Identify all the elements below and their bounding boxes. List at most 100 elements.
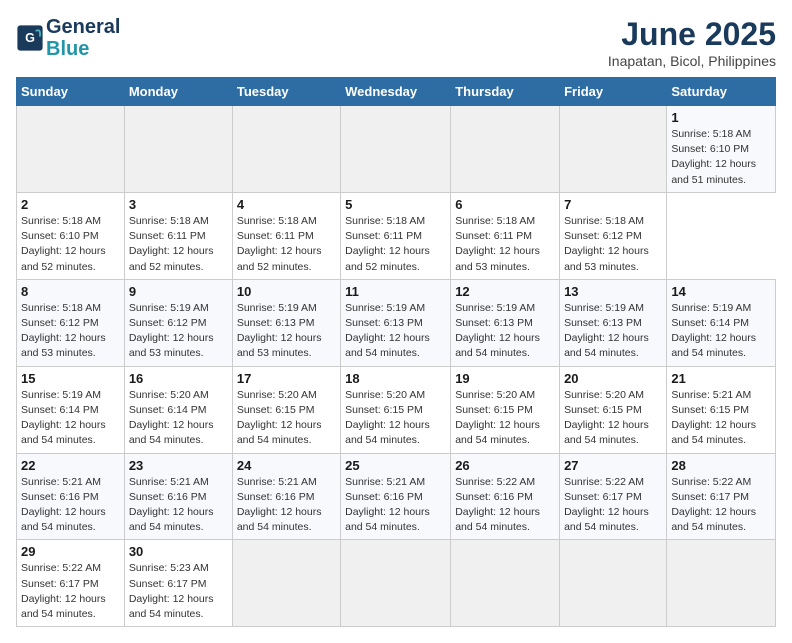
calendar-cell <box>17 106 125 193</box>
day-number: 25 <box>345 458 446 473</box>
day-number: 2 <box>21 197 120 212</box>
header-cell-thursday: Thursday <box>451 78 560 106</box>
location: Inapatan, Bicol, Philippines <box>608 53 776 69</box>
day-info: Sunrise: 5:21 AMSunset: 6:15 PMDaylight:… <box>671 388 771 449</box>
day-info: Sunrise: 5:20 AMSunset: 6:14 PMDaylight:… <box>129 388 228 449</box>
day-info: Sunrise: 5:19 AMSunset: 6:14 PMDaylight:… <box>671 301 771 362</box>
calendar-cell: 13 Sunrise: 5:19 AMSunset: 6:13 PMDaylig… <box>560 279 667 366</box>
day-info: Sunrise: 5:21 AMSunset: 6:16 PMDaylight:… <box>129 475 228 536</box>
day-info: Sunrise: 5:18 AMSunset: 6:11 PMDaylight:… <box>129 214 228 275</box>
header-cell-sunday: Sunday <box>17 78 125 106</box>
day-number: 13 <box>564 284 662 299</box>
week-row-4: 22 Sunrise: 5:21 AMSunset: 6:16 PMDaylig… <box>17 453 776 540</box>
calendar-cell: 18 Sunrise: 5:20 AMSunset: 6:15 PMDaylig… <box>341 366 451 453</box>
day-info: Sunrise: 5:19 AMSunset: 6:13 PMDaylight:… <box>345 301 446 362</box>
calendar-cell <box>124 106 232 193</box>
day-info: Sunrise: 5:19 AMSunset: 6:13 PMDaylight:… <box>237 301 336 362</box>
calendar-cell: 21 Sunrise: 5:21 AMSunset: 6:15 PMDaylig… <box>667 366 776 453</box>
day-number: 17 <box>237 371 336 386</box>
day-number: 14 <box>671 284 771 299</box>
calendar-cell: 4 Sunrise: 5:18 AMSunset: 6:11 PMDayligh… <box>232 192 340 279</box>
day-info: Sunrise: 5:18 AMSunset: 6:10 PMDaylight:… <box>671 127 771 188</box>
day-number: 7 <box>564 197 662 212</box>
calendar-cell: 10 Sunrise: 5:19 AMSunset: 6:13 PMDaylig… <box>232 279 340 366</box>
day-info: Sunrise: 5:19 AMSunset: 6:13 PMDaylight:… <box>455 301 555 362</box>
calendar-cell: 11 Sunrise: 5:19 AMSunset: 6:13 PMDaylig… <box>341 279 451 366</box>
week-row-1: 2 Sunrise: 5:18 AMSunset: 6:10 PMDayligh… <box>17 192 776 279</box>
page-header: G General Blue June 2025 Inapatan, Bicol… <box>16 16 776 69</box>
calendar-cell <box>232 540 340 627</box>
calendar-cell: 16 Sunrise: 5:20 AMSunset: 6:14 PMDaylig… <box>124 366 232 453</box>
day-info: Sunrise: 5:22 AMSunset: 6:16 PMDaylight:… <box>455 475 555 536</box>
day-number: 20 <box>564 371 662 386</box>
header-cell-monday: Monday <box>124 78 232 106</box>
calendar-cell: 24 Sunrise: 5:21 AMSunset: 6:16 PMDaylig… <box>232 453 340 540</box>
month-title: June 2025 <box>608 16 776 53</box>
calendar-cell <box>667 540 776 627</box>
logo: G General Blue <box>16 16 120 60</box>
header-cell-tuesday: Tuesday <box>232 78 340 106</box>
day-number: 30 <box>129 544 228 559</box>
calendar-cell: 3 Sunrise: 5:18 AMSunset: 6:11 PMDayligh… <box>124 192 232 279</box>
calendar-cell: 5 Sunrise: 5:18 AMSunset: 6:11 PMDayligh… <box>341 192 451 279</box>
week-row-5: 29 Sunrise: 5:22 AMSunset: 6:17 PMDaylig… <box>17 540 776 627</box>
header-cell-wednesday: Wednesday <box>341 78 451 106</box>
calendar-cell: 28 Sunrise: 5:22 AMSunset: 6:17 PMDaylig… <box>667 453 776 540</box>
day-number: 28 <box>671 458 771 473</box>
day-number: 9 <box>129 284 228 299</box>
calendar-cell: 26 Sunrise: 5:22 AMSunset: 6:16 PMDaylig… <box>451 453 560 540</box>
calendar-cell: 20 Sunrise: 5:20 AMSunset: 6:15 PMDaylig… <box>560 366 667 453</box>
day-number: 4 <box>237 197 336 212</box>
calendar-cell: 14 Sunrise: 5:19 AMSunset: 6:14 PMDaylig… <box>667 279 776 366</box>
day-info: Sunrise: 5:18 AMSunset: 6:11 PMDaylight:… <box>345 214 446 275</box>
calendar-cell: 15 Sunrise: 5:19 AMSunset: 6:14 PMDaylig… <box>17 366 125 453</box>
calendar-cell: 1 Sunrise: 5:18 AMSunset: 6:10 PMDayligh… <box>667 106 776 193</box>
calendar-cell <box>560 106 667 193</box>
day-info: Sunrise: 5:20 AMSunset: 6:15 PMDaylight:… <box>345 388 446 449</box>
header-cell-friday: Friday <box>560 78 667 106</box>
day-number: 22 <box>21 458 120 473</box>
day-number: 21 <box>671 371 771 386</box>
week-row-2: 8 Sunrise: 5:18 AMSunset: 6:12 PMDayligh… <box>17 279 776 366</box>
calendar-cell: 27 Sunrise: 5:22 AMSunset: 6:17 PMDaylig… <box>560 453 667 540</box>
calendar-cell: 19 Sunrise: 5:20 AMSunset: 6:15 PMDaylig… <box>451 366 560 453</box>
calendar-cell: 2 Sunrise: 5:18 AMSunset: 6:10 PMDayligh… <box>17 192 125 279</box>
logo-text: General Blue <box>46 16 120 60</box>
header-cell-saturday: Saturday <box>667 78 776 106</box>
day-info: Sunrise: 5:21 AMSunset: 6:16 PMDaylight:… <box>21 475 120 536</box>
day-number: 18 <box>345 371 446 386</box>
day-number: 1 <box>671 110 771 125</box>
week-row-3: 15 Sunrise: 5:19 AMSunset: 6:14 PMDaylig… <box>17 366 776 453</box>
day-info: Sunrise: 5:20 AMSunset: 6:15 PMDaylight:… <box>237 388 336 449</box>
day-number: 6 <box>455 197 555 212</box>
day-number: 15 <box>21 371 120 386</box>
calendar-cell <box>232 106 340 193</box>
calendar-cell: 25 Sunrise: 5:21 AMSunset: 6:16 PMDaylig… <box>341 453 451 540</box>
day-number: 11 <box>345 284 446 299</box>
calendar-cell: 12 Sunrise: 5:19 AMSunset: 6:13 PMDaylig… <box>451 279 560 366</box>
calendar-cell: 6 Sunrise: 5:18 AMSunset: 6:11 PMDayligh… <box>451 192 560 279</box>
svg-text:G: G <box>25 31 35 45</box>
calendar-cell <box>451 540 560 627</box>
calendar-cell: 8 Sunrise: 5:18 AMSunset: 6:12 PMDayligh… <box>17 279 125 366</box>
day-number: 19 <box>455 371 555 386</box>
day-info: Sunrise: 5:21 AMSunset: 6:16 PMDaylight:… <box>345 475 446 536</box>
day-info: Sunrise: 5:19 AMSunset: 6:14 PMDaylight:… <box>21 388 120 449</box>
calendar-cell <box>341 106 451 193</box>
day-number: 24 <box>237 458 336 473</box>
day-info: Sunrise: 5:20 AMSunset: 6:15 PMDaylight:… <box>455 388 555 449</box>
day-number: 27 <box>564 458 662 473</box>
calendar-cell: 23 Sunrise: 5:21 AMSunset: 6:16 PMDaylig… <box>124 453 232 540</box>
day-info: Sunrise: 5:21 AMSunset: 6:16 PMDaylight:… <box>237 475 336 536</box>
title-area: June 2025 Inapatan, Bicol, Philippines <box>608 16 776 69</box>
day-info: Sunrise: 5:19 AMSunset: 6:12 PMDaylight:… <box>129 301 228 362</box>
day-info: Sunrise: 5:18 AMSunset: 6:10 PMDaylight:… <box>21 214 120 275</box>
logo-icon: G <box>16 24 44 52</box>
calendar-cell: 17 Sunrise: 5:20 AMSunset: 6:15 PMDaylig… <box>232 366 340 453</box>
day-info: Sunrise: 5:22 AMSunset: 6:17 PMDaylight:… <box>671 475 771 536</box>
day-info: Sunrise: 5:18 AMSunset: 6:12 PMDaylight:… <box>21 301 120 362</box>
day-info: Sunrise: 5:22 AMSunset: 6:17 PMDaylight:… <box>21 561 120 622</box>
day-number: 16 <box>129 371 228 386</box>
header-row: SundayMondayTuesdayWednesdayThursdayFrid… <box>17 78 776 106</box>
calendar-cell: 30 Sunrise: 5:23 AMSunset: 6:17 PMDaylig… <box>124 540 232 627</box>
